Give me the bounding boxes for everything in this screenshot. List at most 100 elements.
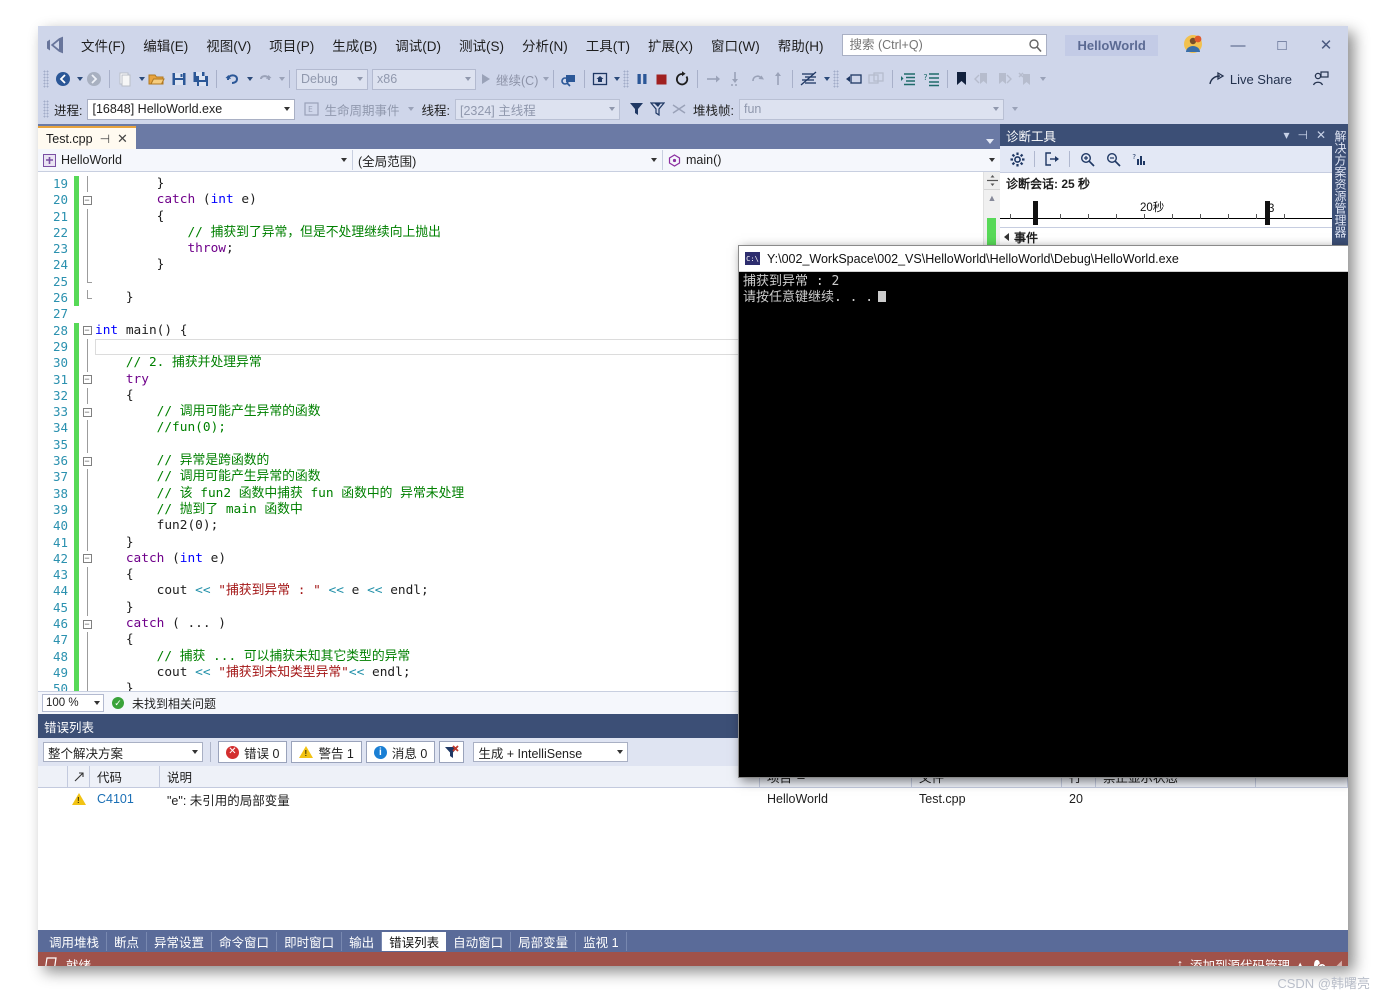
code-line[interactable]: // 捕获到了异常，但是不处理继续向上抛出 xyxy=(95,225,983,241)
outlining-collapse-icon[interactable]: − xyxy=(79,616,95,632)
stop-debug-icon[interactable] xyxy=(652,67,671,91)
outlining-collapse-icon[interactable]: − xyxy=(79,551,95,567)
zoom-level-combo[interactable]: 100 % xyxy=(42,694,104,712)
bottom-tab-active[interactable]: 错误列表 xyxy=(382,931,447,951)
uncomment-selection-icon[interactable] xyxy=(865,67,888,91)
close-button[interactable]: ✕ xyxy=(1304,30,1348,60)
hot-reload-dropdown-icon[interactable] xyxy=(614,77,621,81)
col-select[interactable] xyxy=(38,766,68,787)
chevron-down-icon[interactable]: ▾ xyxy=(1283,128,1289,142)
bottom-tab-item[interactable]: 输出 xyxy=(342,931,383,951)
zoom-in-icon[interactable] xyxy=(1076,149,1098,169)
split-view-icon[interactable] xyxy=(984,172,1000,190)
continue-button[interactable]: 继续(C) xyxy=(478,67,540,91)
process-combo[interactable]: [16848] HelloWorld.exe xyxy=(87,98,296,120)
error-scope-combo[interactable]: 整个解决方案 xyxy=(43,742,203,762)
scroll-up-icon[interactable]: ▲ xyxy=(984,190,1000,206)
save-all-icon[interactable] xyxy=(190,67,212,91)
zoom-out-icon[interactable] xyxy=(1102,149,1124,169)
menu-project[interactable]: 项目(P) xyxy=(260,31,323,59)
global-search-box[interactable] xyxy=(842,34,1048,56)
new-item-icon[interactable] xyxy=(114,67,136,91)
bottom-tab-item[interactable]: 断点 xyxy=(107,931,148,951)
table-row[interactable]: C4101 "e": 未引用的局部变量 HelloWorld Test.cpp … xyxy=(38,788,1348,810)
toolbar-grip[interactable] xyxy=(43,70,49,88)
chevron-down-icon[interactable] xyxy=(986,139,994,144)
user-account-icon[interactable] xyxy=(1182,33,1206,57)
pause-icon[interactable] xyxy=(632,67,652,91)
warnings-filter-button[interactable]: 警告 1 xyxy=(291,741,362,763)
send-feedback-icon[interactable] xyxy=(1309,67,1332,91)
outlining-collapse-icon[interactable]: − xyxy=(79,192,95,208)
clear-bookmarks-icon[interactable] xyxy=(1015,67,1037,91)
pin-icon[interactable]: ⊣ xyxy=(1297,128,1307,142)
menu-debug[interactable]: 调试(D) xyxy=(386,31,450,59)
bottom-tab-item[interactable]: 即时窗口 xyxy=(277,931,343,951)
document-tab-test-cpp[interactable]: Test.cpp ⊣ ✕ xyxy=(38,126,136,149)
indent-dropdown-icon[interactable] xyxy=(824,77,831,81)
menu-help[interactable]: 帮助(H) xyxy=(769,31,833,59)
indent-icon[interactable] xyxy=(797,67,821,91)
toggle-outlining-icon[interactable]: ? xyxy=(920,67,943,91)
bottom-tab-item[interactable]: 局部变量 xyxy=(511,931,577,951)
toolbar-overflow-icon[interactable] xyxy=(1011,107,1018,111)
close-icon[interactable]: ✕ xyxy=(1316,128,1326,142)
outlining-collapse-icon[interactable]: − xyxy=(79,453,95,469)
menu-edit[interactable]: 编辑(E) xyxy=(134,31,197,59)
menu-extensions[interactable]: 扩展(X) xyxy=(639,31,702,59)
build-filter-combo[interactable]: 生成 + IntelliSense xyxy=(473,742,629,762)
bottom-tab-item[interactable]: 异常设置 xyxy=(147,931,213,951)
project-scope-combo[interactable]: HelloWorld xyxy=(38,150,353,170)
code-line[interactable]: } xyxy=(95,176,983,192)
outlining-collapse-icon[interactable]: − xyxy=(79,372,95,388)
hot-reload-icon[interactable] xyxy=(589,67,611,91)
col-severity[interactable] xyxy=(68,766,90,787)
gear-icon[interactable] xyxy=(1006,149,1028,169)
bottom-tab-item[interactable]: 调用堆栈 xyxy=(42,931,108,951)
toolbar-grip[interactable] xyxy=(623,70,630,88)
show-next-statement-icon[interactable] xyxy=(768,67,788,91)
console-window[interactable]: C:\ Y:\002_WorkSpace\002_VS\HelloWorld\H… xyxy=(738,245,1348,778)
save-icon[interactable] xyxy=(168,67,190,91)
toolbar-grip[interactable] xyxy=(833,70,840,88)
source-control-label[interactable]: 添加到源代码管理 xyxy=(1190,955,1290,967)
notification-bell-icon[interactable]: 1 xyxy=(1310,956,1327,966)
minimize-button[interactable]: — xyxy=(1216,30,1260,60)
previous-bookmark-icon[interactable] xyxy=(971,67,993,91)
next-bookmark-icon[interactable] xyxy=(993,67,1015,91)
code-line[interactable]: { xyxy=(95,209,983,225)
redo-dropdown-icon[interactable] xyxy=(279,77,285,81)
resize-grip-icon[interactable]: ◢ xyxy=(1334,959,1342,967)
chevron-up-icon[interactable]: ▴ xyxy=(1297,957,1303,967)
bookmark-icon[interactable] xyxy=(952,67,971,91)
menu-view[interactable]: 视图(V) xyxy=(197,31,260,59)
outlining-collapse-icon[interactable]: − xyxy=(79,323,95,339)
continue-dropdown-icon[interactable] xyxy=(543,77,550,81)
open-file-icon[interactable] xyxy=(145,67,168,91)
filter-icon[interactable] xyxy=(626,97,647,121)
pin-icon[interactable]: ⊣ xyxy=(100,132,110,146)
restart-icon[interactable] xyxy=(671,67,693,91)
stackframe-combo[interactable]: fun xyxy=(738,98,1004,120)
menu-window[interactable]: 窗口(W) xyxy=(702,31,769,59)
navigate-forward-icon[interactable] xyxy=(83,67,105,91)
export-icon[interactable] xyxy=(1041,149,1063,169)
flag-icon[interactable] xyxy=(668,97,690,121)
code-line[interactable]: catch (int e) xyxy=(95,192,983,208)
toolbar-grip[interactable] xyxy=(43,100,49,118)
col-description[interactable]: 说明 xyxy=(160,766,760,787)
menu-test[interactable]: 测试(S) xyxy=(450,31,513,59)
menu-analyze[interactable]: 分析(N) xyxy=(513,31,577,59)
step-out-icon[interactable] xyxy=(746,67,768,91)
menu-file[interactable]: 文件(F) xyxy=(72,31,134,59)
close-icon[interactable]: ✕ xyxy=(117,131,128,147)
member-scope-combo[interactable]: main() xyxy=(663,150,1000,170)
undo-icon[interactable] xyxy=(221,67,244,91)
outlining-collapse-icon[interactable]: − xyxy=(79,404,95,420)
comment-selection-icon[interactable] xyxy=(842,67,865,91)
messages-filter-button[interactable]: i 消息 0 xyxy=(365,741,436,763)
errors-filter-button[interactable]: ✕ 错误 0 xyxy=(218,741,288,763)
menu-tools[interactable]: 工具(T) xyxy=(577,31,639,59)
lifecycle-dropdown-icon[interactable] xyxy=(407,107,414,111)
filter-threads-icon[interactable] xyxy=(647,97,668,121)
